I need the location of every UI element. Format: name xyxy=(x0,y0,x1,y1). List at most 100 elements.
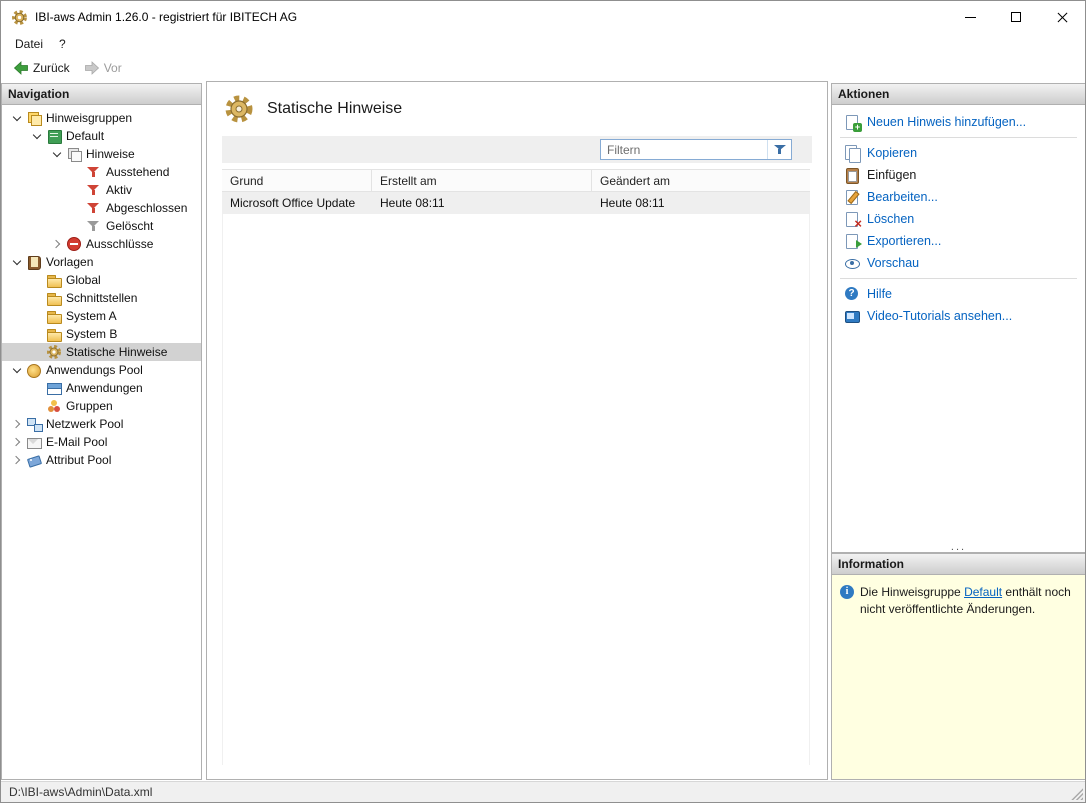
column-header-grund[interactable]: Grund xyxy=(222,170,372,191)
tree-item-label: Global xyxy=(66,273,101,287)
book-icon xyxy=(26,254,42,270)
separator xyxy=(840,137,1077,138)
column-header-geaendert-am[interactable]: Geändert am xyxy=(592,170,810,191)
filter-input[interactable] xyxy=(601,142,767,157)
default-group-link[interactable]: Default xyxy=(964,585,1002,599)
back-arrow-icon xyxy=(13,61,28,75)
information-body: i Die Hinweisgruppe Default enthält noch… xyxy=(832,575,1085,779)
tree-item-system-a[interactable]: System A xyxy=(2,307,201,325)
tree-item-label: Hinweise xyxy=(86,147,135,161)
tree-item-attribut-pool[interactable]: Attribut Pool xyxy=(2,451,201,469)
tree-item-hinweisgruppen[interactable]: Hinweisgruppen xyxy=(2,109,201,127)
app-icon xyxy=(12,9,27,25)
tree-item-label: Netzwerk Pool xyxy=(46,417,124,431)
chevron-right-icon[interactable] xyxy=(8,415,26,433)
menu-item-datei[interactable]: Datei xyxy=(7,35,51,53)
info-icon: i xyxy=(840,585,854,599)
action-label: Hilfe xyxy=(867,287,893,301)
action-label: Kopieren xyxy=(867,146,918,160)
navigation-panel: Navigation Hinweisgruppen Default Hinwei… xyxy=(1,83,202,780)
action-edit[interactable]: Bearbeiten... xyxy=(832,186,1085,208)
filter-box xyxy=(600,139,792,160)
tree-item-label: Vorlagen xyxy=(46,255,94,269)
information-text: Die Hinweisgruppe Default enthält noch n… xyxy=(860,584,1077,618)
action-help[interactable]: Hilfe xyxy=(832,283,1085,305)
chevron-down-icon[interactable] xyxy=(8,361,26,379)
action-video-tutorials[interactable]: Video-Tutorials ansehen... xyxy=(832,305,1085,327)
action-label: Bearbeiten... xyxy=(867,190,938,204)
chevron-down-icon[interactable] xyxy=(8,253,26,271)
tree-item-label: Gelöscht xyxy=(106,219,154,233)
tree-item-netzwerk-pool[interactable]: Netzwerk Pool xyxy=(2,415,201,433)
action-delete[interactable]: Löschen xyxy=(832,208,1085,231)
tree-item-ausschluesse[interactable]: Ausschlüsse xyxy=(2,235,201,253)
tree-item-statische-hinweise[interactable]: Statische Hinweise xyxy=(2,343,201,361)
maximize-button[interactable] xyxy=(993,1,1039,33)
window-resize-grip[interactable] xyxy=(1070,787,1083,800)
filter-funnel-icon xyxy=(86,182,102,198)
actions-panel: Aktionen Neuen Hinweis hinzufügen... Kop… xyxy=(831,83,1085,553)
minimize-button[interactable] xyxy=(947,1,993,33)
close-icon xyxy=(1056,11,1068,23)
tree-item-hinweise[interactable]: Hinweise xyxy=(2,145,201,163)
tree-item-schnittstellen[interactable]: Schnittstellen xyxy=(2,289,201,307)
tree-item-abgeschlossen[interactable]: Abgeschlossen xyxy=(2,199,201,217)
chevron-down-icon[interactable] xyxy=(8,109,26,127)
tree-item-anwendungs-pool[interactable]: Anwendungs Pool xyxy=(2,361,201,379)
close-button[interactable] xyxy=(1039,1,1085,33)
tree-item-ausstehend[interactable]: Ausstehend xyxy=(2,163,201,181)
tree-item-anwendungen[interactable]: Anwendungen xyxy=(2,379,201,397)
action-paste[interactable]: Einfügen xyxy=(832,164,1085,186)
tree-item-geloescht[interactable]: Gelöscht xyxy=(2,217,201,235)
application-window-icon xyxy=(46,380,62,396)
action-add-hint[interactable]: Neuen Hinweis hinzufügen... xyxy=(832,111,1085,133)
panel-resize-grip[interactable]: ... xyxy=(832,542,1085,553)
tree-item-aktiv[interactable]: Aktiv xyxy=(2,181,201,199)
back-button[interactable]: Zurück xyxy=(7,58,76,78)
forward-arrow-icon xyxy=(84,61,99,75)
chevron-down-icon[interactable] xyxy=(28,127,46,145)
actions-list: Neuen Hinweis hinzufügen... Kopieren Ein… xyxy=(832,105,1085,327)
column-header-erstellt-am[interactable]: Erstellt am xyxy=(372,170,592,191)
tree-item-gruppen[interactable]: Gruppen xyxy=(2,397,201,415)
tree-item-label: Statische Hinweise xyxy=(66,345,168,359)
cell-erstellt-am: Heute 08:11 xyxy=(380,196,445,210)
tree-item-label: Attribut Pool xyxy=(46,453,112,467)
groups-icon xyxy=(46,398,62,414)
copy-icon xyxy=(844,145,861,163)
filter-funnel-icon xyxy=(86,200,102,216)
app-window: IBI-aws Admin 1.26.0 - registriert für I… xyxy=(0,0,1086,803)
tree-item-default[interactable]: Default xyxy=(2,127,201,145)
chevron-down-icon[interactable] xyxy=(48,145,66,163)
separator xyxy=(840,278,1077,279)
chevron-right-icon[interactable] xyxy=(8,451,26,469)
tree-item-label: Anwendungs Pool xyxy=(46,363,143,377)
filter-band xyxy=(222,136,812,163)
action-label: Einfügen xyxy=(867,168,917,182)
page-title: Statische Hinweise xyxy=(267,100,403,117)
action-copy[interactable]: Kopieren xyxy=(832,142,1085,164)
action-label: Löschen xyxy=(867,212,915,226)
folder-icon xyxy=(46,308,62,324)
table-row[interactable]: Microsoft Office Update Heute 08:11 Heut… xyxy=(222,192,810,214)
tree-item-system-b[interactable]: System B xyxy=(2,325,201,343)
chevron-right-icon[interactable] xyxy=(48,235,66,253)
action-preview[interactable]: Vorschau xyxy=(832,252,1085,274)
tree-item-label: Hinweisgruppen xyxy=(46,111,133,125)
menu-bar: Datei ? xyxy=(1,33,1085,55)
action-export[interactable]: Exportieren... xyxy=(832,230,1085,252)
chevron-right-icon[interactable] xyxy=(8,433,26,451)
menu-item-help[interactable]: ? xyxy=(51,35,74,53)
tree-item-email-pool[interactable]: E-Mail Pool xyxy=(2,433,201,451)
folder-icon xyxy=(46,272,62,288)
filter-funnel-gray-icon xyxy=(86,218,102,234)
tree-item-global[interactable]: Global xyxy=(2,271,201,289)
filter-button[interactable] xyxy=(767,140,791,159)
tree-item-vorlagen[interactable]: Vorlagen xyxy=(2,253,201,271)
forward-button[interactable]: Vor xyxy=(78,58,128,78)
help-icon xyxy=(844,286,860,302)
